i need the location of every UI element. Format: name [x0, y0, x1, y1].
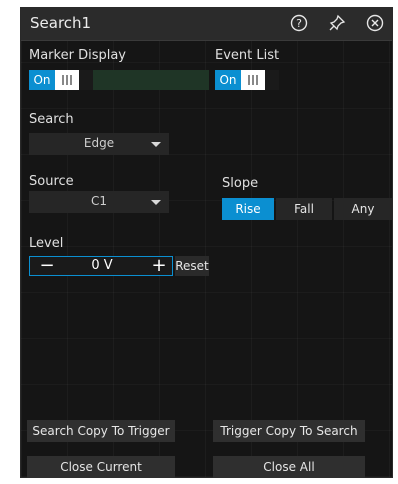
chevron-down-icon	[151, 200, 161, 205]
level-label: Level	[29, 236, 64, 251]
svg-text:?: ?	[296, 17, 302, 30]
level-reset-button[interactable]: Reset	[175, 256, 209, 276]
slope-label: Slope	[222, 176, 259, 191]
dialog-title: Search1	[30, 14, 92, 32]
slope-option-fall[interactable]: Fall	[276, 198, 332, 220]
marker-display-toggle[interactable]: On	[29, 70, 93, 90]
title-bar: Search1 ?	[21, 8, 392, 41]
close-current-button[interactable]: Close Current	[27, 456, 175, 478]
level-stepper[interactable]: − 0 V +	[29, 255, 173, 276]
close-all-button[interactable]: Close All	[213, 456, 365, 478]
source-label: Source	[29, 174, 74, 189]
search-dialog: Search1 ? Marker Display On Event List O…	[20, 7, 393, 478]
search-label: Search	[29, 112, 74, 127]
event-list-state: On	[215, 70, 241, 90]
source-value: C1	[90, 194, 107, 208]
search-type-value: Edge	[83, 136, 115, 150]
slope-option-any[interactable]: Any	[334, 198, 392, 220]
search-type-dropdown[interactable]: Edge	[29, 133, 169, 155]
decrement-button[interactable]: −	[34, 255, 60, 276]
pin-icon[interactable]	[327, 13, 347, 33]
toggle-knob	[55, 70, 79, 90]
trigger-copy-to-search-button[interactable]: Trigger Copy To Search	[213, 420, 365, 442]
event-list-toggle[interactable]: On	[215, 70, 279, 90]
increment-button[interactable]: +	[146, 255, 172, 276]
chevron-down-icon	[151, 142, 161, 147]
close-icon[interactable]	[365, 13, 385, 33]
marker-display-label: Marker Display	[29, 48, 126, 63]
search-copy-to-trigger-button[interactable]: Search Copy To Trigger	[27, 420, 175, 442]
slope-option-rise[interactable]: Rise	[222, 198, 274, 220]
level-value[interactable]: 0 V	[60, 258, 144, 273]
event-list-label: Event List	[215, 48, 280, 63]
source-dropdown[interactable]: C1	[29, 191, 169, 213]
help-icon[interactable]: ?	[289, 13, 309, 33]
toggle-knob	[241, 70, 265, 90]
marker-display-state: On	[29, 70, 55, 90]
